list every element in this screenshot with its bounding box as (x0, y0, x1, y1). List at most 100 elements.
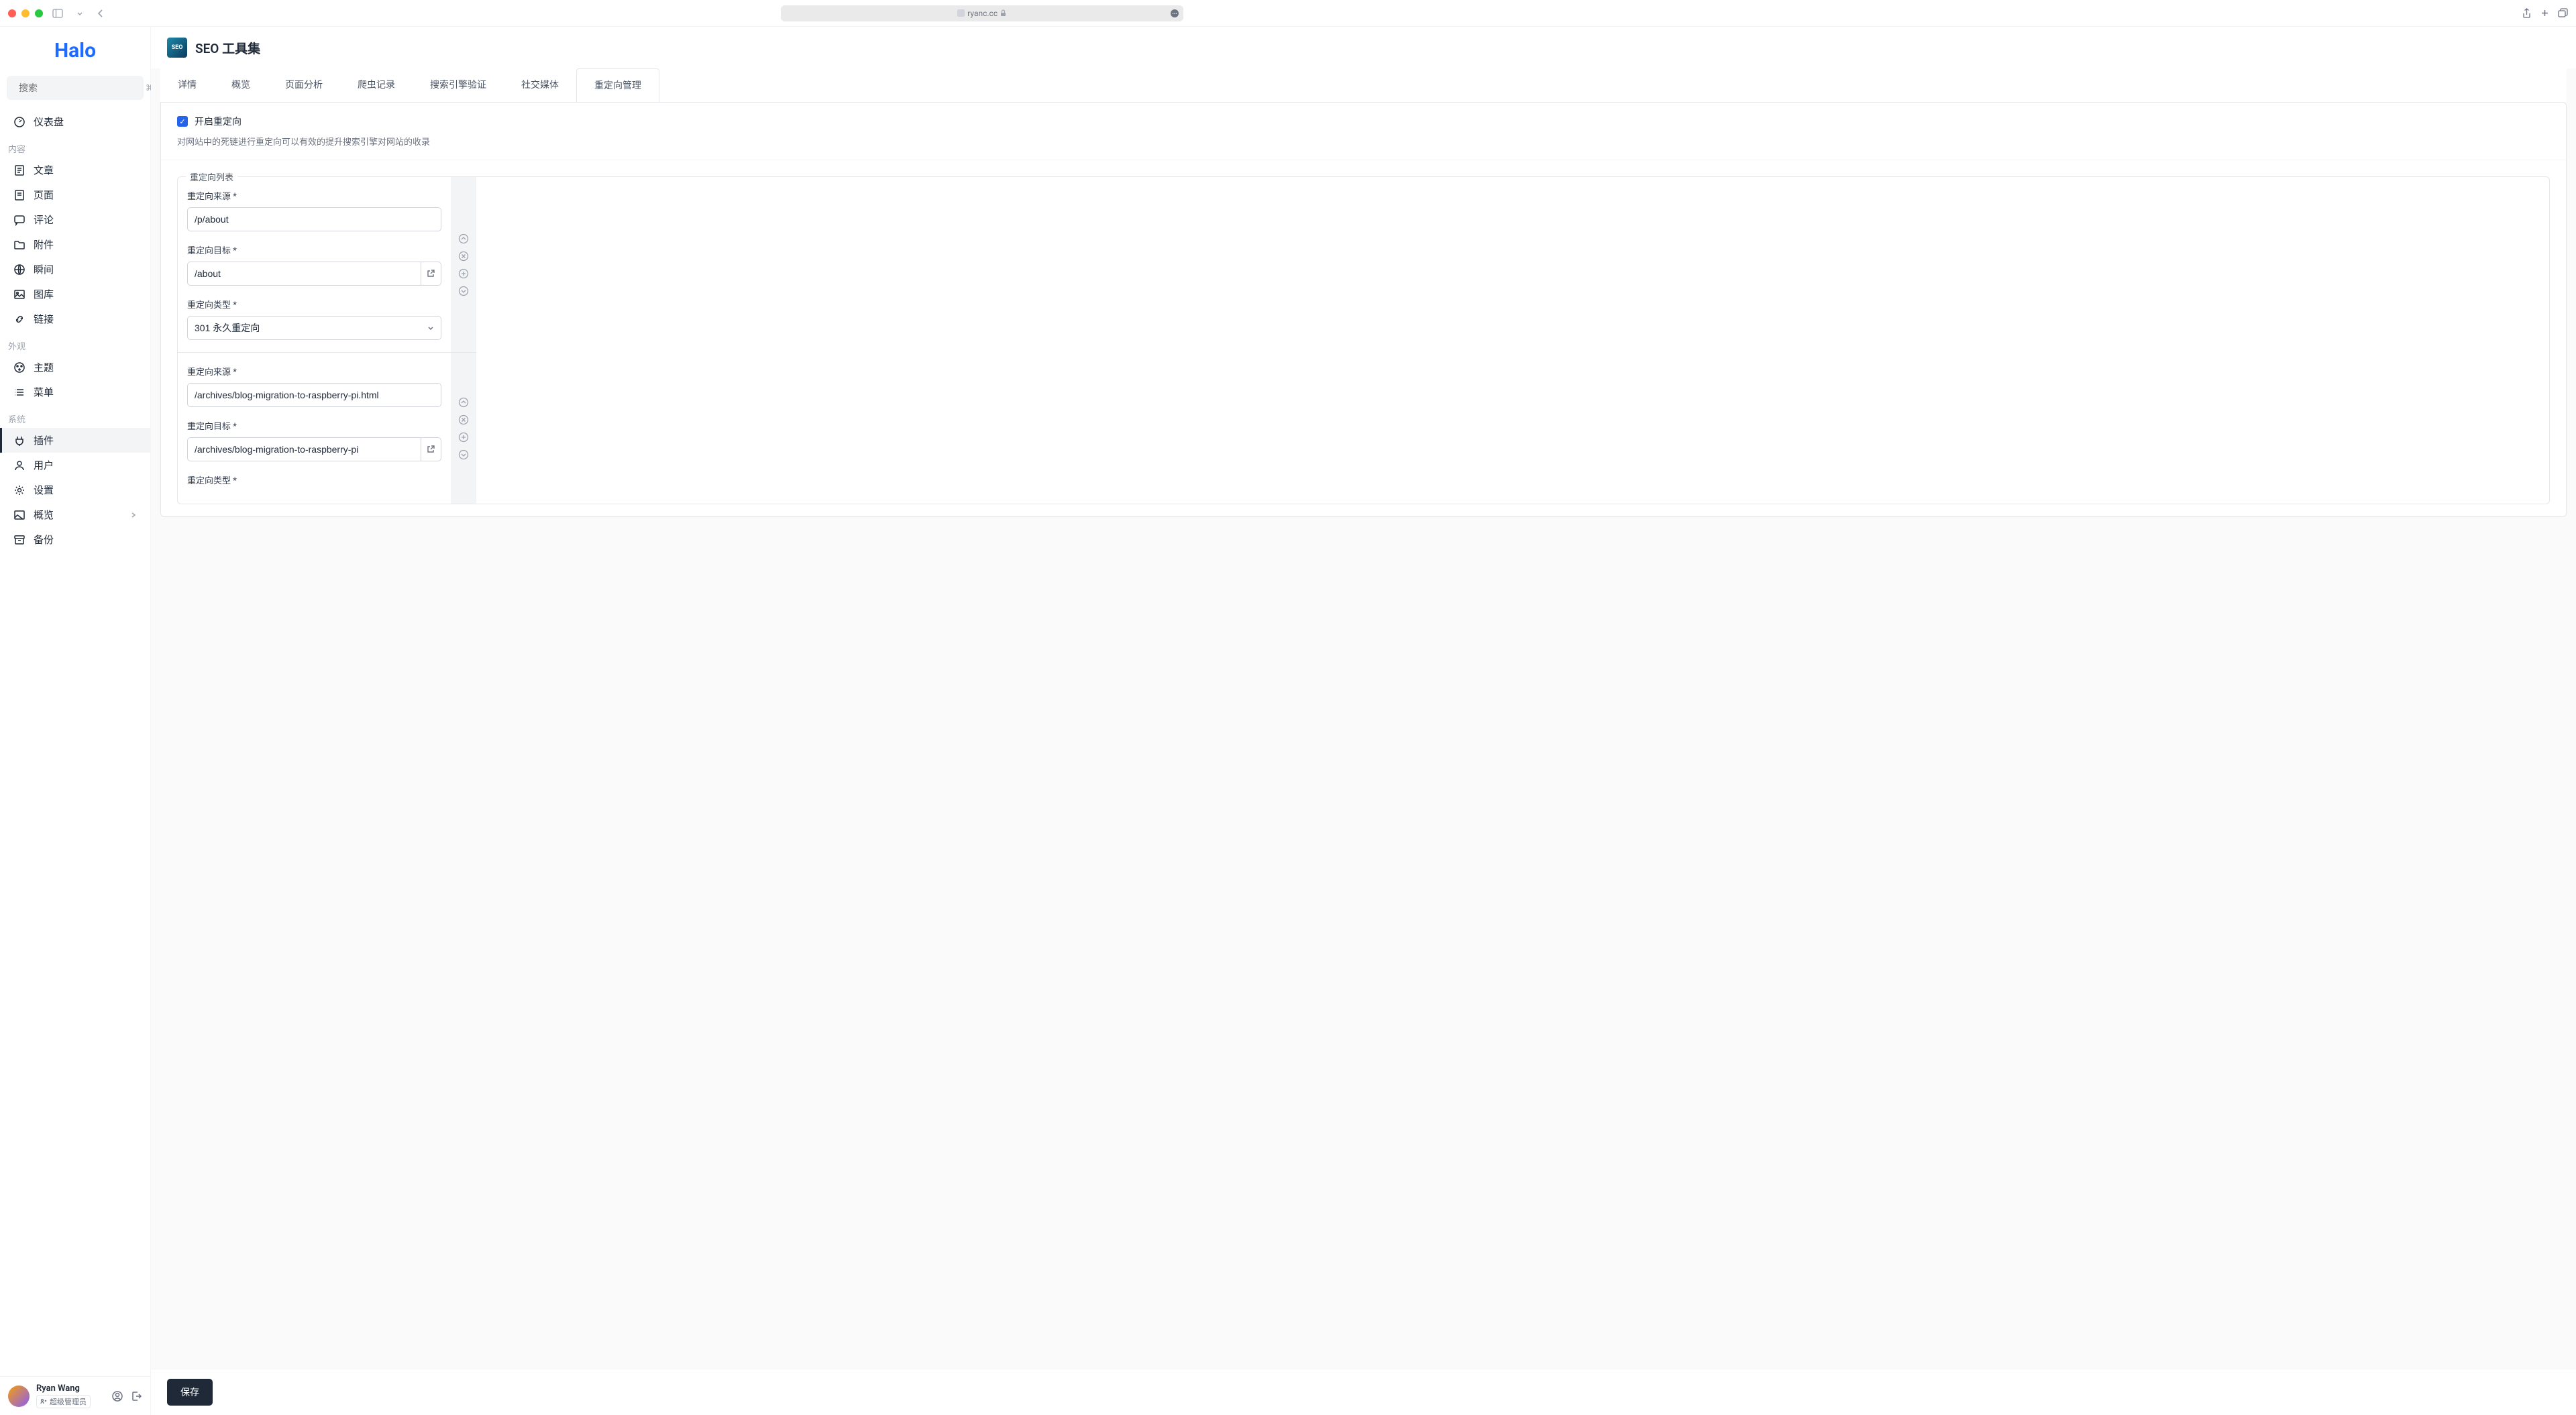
back-icon[interactable] (93, 7, 109, 19)
sidebar-item-posts[interactable]: 文章 (0, 158, 150, 182)
sidebar-item-links[interactable]: 链接 (0, 306, 150, 331)
move-down-icon[interactable] (458, 286, 469, 296)
logo: Halo (0, 27, 150, 72)
redirect-source-input[interactable] (187, 383, 441, 407)
eye-icon (13, 509, 25, 521)
remove-icon[interactable] (458, 414, 469, 425)
remove-icon[interactable] (458, 251, 469, 262)
site-icon (957, 9, 965, 17)
gauge-icon (13, 116, 25, 128)
close-window[interactable] (8, 9, 16, 17)
target-label: 重定向目标 * (187, 419, 441, 432)
palette-icon (13, 361, 25, 374)
tab-page-analysis[interactable]: 页面分析 (268, 68, 340, 102)
enable-redirect-label: 开启重定向 (195, 115, 241, 128)
nav-label: 插件 (34, 433, 54, 447)
sidebar-item-themes[interactable]: 主题 (0, 355, 150, 380)
sidebar-item-photos[interactable]: 图库 (0, 282, 150, 306)
nav-label: 评论 (34, 213, 54, 227)
sidebar-item-moments[interactable]: 瞬间 (0, 257, 150, 282)
username: Ryan Wang (36, 1383, 105, 1394)
tabs: 详情 概览 页面分析 爬虫记录 搜索引擎验证 社交媒体 重定向管理 (160, 68, 2567, 102)
sidebar-toggle-icon[interactable] (48, 7, 67, 19)
logout-icon[interactable] (130, 1390, 142, 1402)
url-bar[interactable]: ryanc.cc (781, 5, 1183, 21)
list-icon (13, 386, 25, 398)
sidebar-item-backup[interactable]: 备份 (0, 527, 150, 552)
tab-overview[interactable]: 概览 (214, 68, 268, 102)
add-icon[interactable] (458, 432, 469, 443)
document-icon (13, 164, 25, 176)
userbar: Ryan Wang 超级管理员 (0, 1376, 150, 1415)
sidebar-item-settings[interactable]: 设置 (0, 477, 150, 502)
source-label: 重定向来源 * (187, 365, 441, 378)
redirect-target-input[interactable] (187, 262, 421, 286)
sidebar-item-attachments[interactable]: 附件 (0, 232, 150, 257)
new-tab-icon[interactable] (2540, 8, 2550, 19)
tab-crawler[interactable]: 爬虫记录 (340, 68, 413, 102)
lock-icon (1000, 9, 1006, 17)
save-button[interactable]: 保存 (167, 1379, 213, 1406)
footer-bar: 保存 (151, 1369, 2576, 1415)
enable-redirect-checkbox[interactable]: ✓ (177, 116, 188, 127)
nav-section-content: 内容 (0, 134, 150, 158)
browser-titlebar: ryanc.cc (0, 0, 2576, 27)
sidebar-item-plugins[interactable]: 插件 (0, 428, 150, 453)
maximize-window[interactable] (35, 9, 43, 17)
move-up-icon[interactable] (458, 397, 469, 408)
nav-label: 菜单 (34, 385, 54, 399)
tab-social[interactable]: 社交媒体 (504, 68, 576, 102)
search-input[interactable] (19, 82, 140, 93)
tabs-icon[interactable] (2558, 8, 2568, 19)
avatar[interactable] (8, 1385, 30, 1407)
sidebar-item-pages[interactable]: 页面 (0, 182, 150, 207)
main: SEO SEO 工具集 详情 概览 页面分析 爬虫记录 搜索引擎验证 社交媒体 … (151, 27, 2576, 1415)
move-up-icon[interactable] (458, 233, 469, 244)
nav-label: 链接 (34, 312, 54, 326)
search-box[interactable]: ⌘+K (7, 76, 144, 100)
nav-label: 设置 (34, 483, 54, 497)
gear-icon (13, 484, 25, 496)
nav-label: 文章 (34, 163, 54, 177)
chevron-right-icon (130, 512, 137, 518)
folder-icon (13, 239, 25, 251)
redirect-target-input[interactable] (187, 437, 421, 461)
open-link-icon[interactable] (421, 437, 441, 461)
nav-section-system: 系统 (0, 404, 150, 428)
nav-label: 页面 (34, 188, 54, 202)
sidebar-item-comments[interactable]: 评论 (0, 207, 150, 232)
sidebar-item-users[interactable]: 用户 (0, 453, 150, 477)
tab-detail[interactable]: 详情 (160, 68, 214, 102)
sidebar: Halo ⌘+K 仪表盘 内容 文章 页面 评论 (0, 27, 151, 1415)
nav-label: 仪表盘 (34, 115, 64, 129)
nav: 仪表盘 内容 文章 页面 评论 附件 瞬间 (0, 104, 150, 1376)
open-link-icon[interactable] (421, 262, 441, 286)
add-icon[interactable] (458, 268, 469, 279)
globe-icon (13, 264, 25, 276)
redirect-source-input[interactable] (187, 207, 441, 231)
sidebar-item-menus[interactable]: 菜单 (0, 380, 150, 404)
nav-label: 概览 (34, 508, 54, 522)
share-icon[interactable] (2522, 8, 2532, 19)
url-text: ryanc.cc (967, 9, 998, 18)
nav-label: 瞬间 (34, 262, 54, 276)
panel: ✓ 开启重定向 对网站中的死链进行重定向可以有效的提升搜索引擎对网站的收录 重定… (160, 102, 2567, 517)
move-down-icon[interactable] (458, 449, 469, 460)
image-icon (13, 288, 25, 300)
sidebar-item-overview[interactable]: 概览 (0, 502, 150, 527)
chevron-down-icon[interactable] (72, 9, 87, 18)
redirect-type-select[interactable] (187, 316, 441, 340)
type-label: 重定向类型 * (187, 473, 441, 486)
redirect-item: 重定向来源 * 重定向目标 * (178, 353, 476, 504)
window-controls (8, 9, 43, 17)
redirect-item-actions (451, 177, 476, 352)
minimize-window[interactable] (21, 9, 30, 17)
profile-icon[interactable] (111, 1390, 123, 1402)
reader-icon[interactable] (1170, 9, 1179, 18)
role-badge: 超级管理员 (36, 1395, 91, 1408)
nav-section-appearance: 外观 (0, 331, 150, 355)
link-icon (13, 313, 25, 325)
tab-verification[interactable]: 搜索引擎验证 (413, 68, 504, 102)
tab-redirect[interactable]: 重定向管理 (576, 68, 659, 102)
sidebar-item-dashboard[interactable]: 仪表盘 (0, 109, 150, 134)
